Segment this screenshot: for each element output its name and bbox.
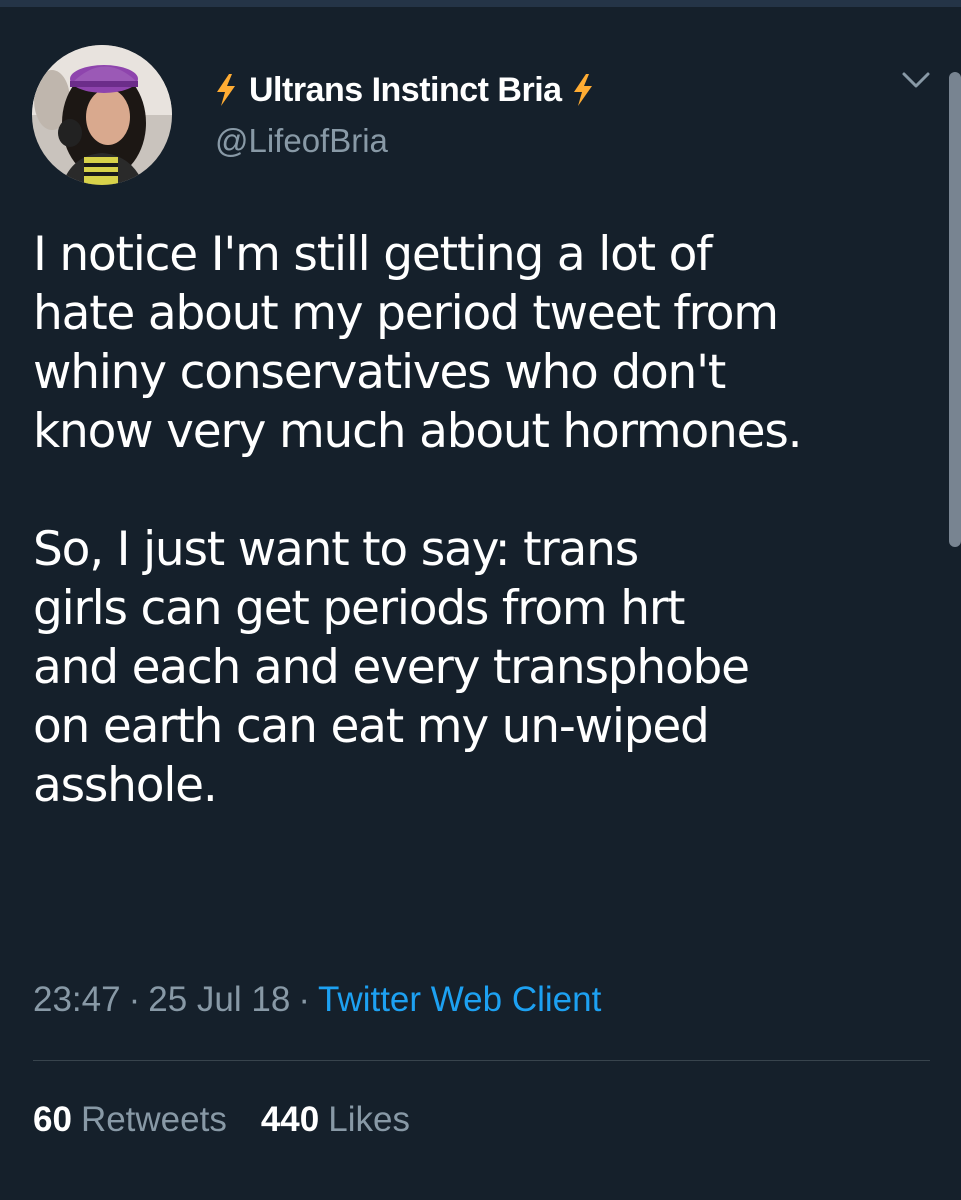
retweets-stat[interactable]: 60 Retweets xyxy=(33,1100,227,1140)
user-handle[interactable]: @LifeofBria xyxy=(215,122,388,160)
display-name: Ultrans Instinct Bria xyxy=(249,70,562,109)
tweet-time: 23:47 xyxy=(33,980,121,1019)
tweet-meta: 23:47 · 25 Jul 18 · Twitter Web Client xyxy=(33,980,601,1020)
likes-label: Likes xyxy=(328,1100,410,1139)
display-name-row[interactable]: Ultrans Instinct Bria xyxy=(215,68,594,112)
tweet-date[interactable]: 25 Jul 18 xyxy=(148,980,290,1020)
meta-separator: · xyxy=(128,980,141,1019)
retweets-label: Retweets xyxy=(80,1100,227,1139)
chevron-down-icon[interactable] xyxy=(898,68,934,92)
tweet-source-link[interactable]: Twitter Web Client xyxy=(318,980,601,1020)
lightning-bolt-icon xyxy=(215,74,237,106)
tweet-text: I notice I'm still getting a lot of hate… xyxy=(33,227,803,813)
avatar-image xyxy=(32,45,172,185)
tweet-stats: 60 Retweets 440 Likes xyxy=(33,1100,410,1140)
meta-separator: · xyxy=(298,980,310,1019)
retweets-count: 60 xyxy=(33,1100,72,1139)
avatar[interactable] xyxy=(32,45,172,185)
lightning-bolt-icon xyxy=(572,74,594,106)
scrollbar-thumb[interactable] xyxy=(949,72,961,547)
divider xyxy=(33,1060,930,1061)
likes-count: 440 xyxy=(260,1100,320,1139)
likes-stat[interactable]: 440 Likes xyxy=(261,1100,410,1140)
top-bar xyxy=(0,0,961,7)
